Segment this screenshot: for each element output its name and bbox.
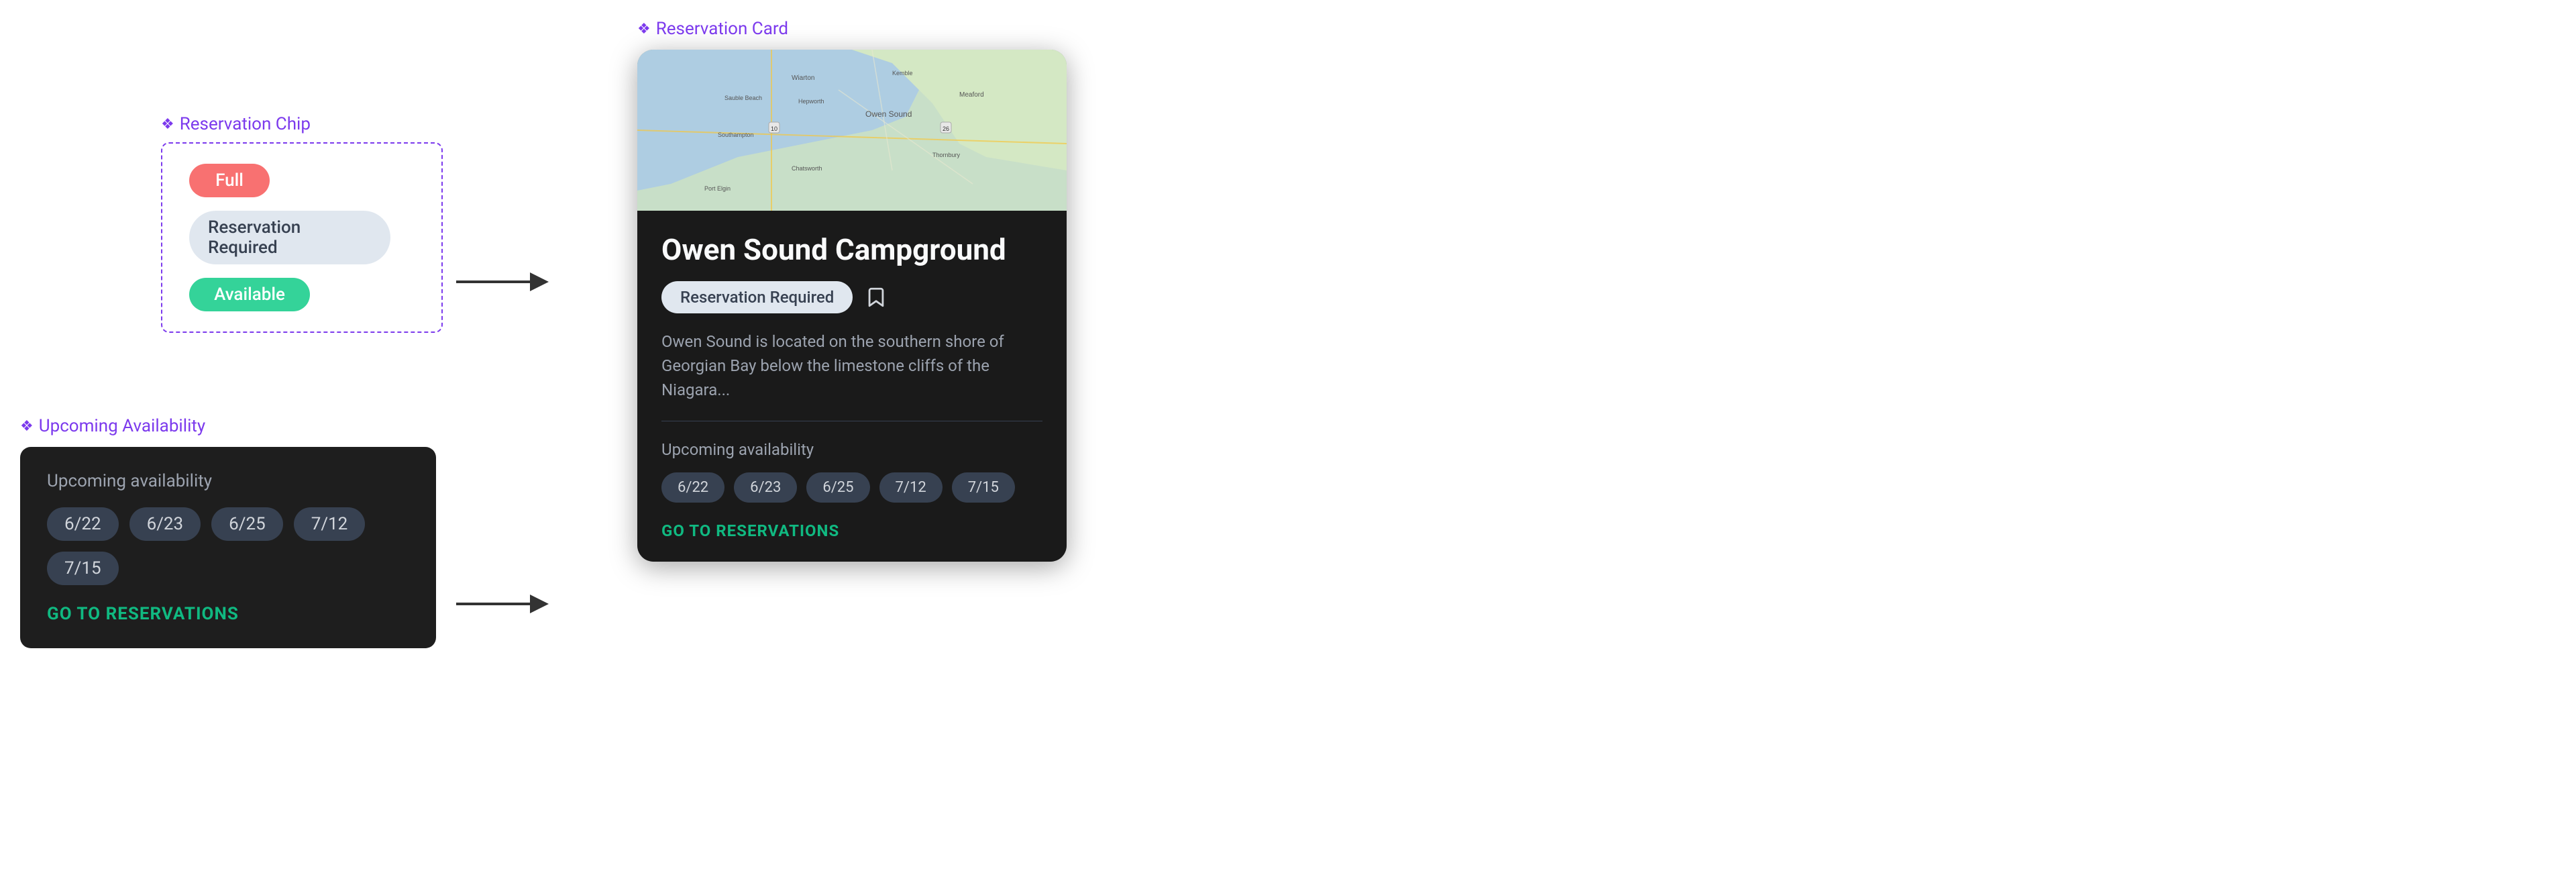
date-chip-3[interactable]: 7/12 xyxy=(294,507,366,541)
card-go-to-reservations-button[interactable]: GO TO RESERVATIONS xyxy=(661,521,1042,540)
card-body: Owen Sound Campground Reservation Requir… xyxy=(637,211,1067,562)
svg-text:Meaford: Meaford xyxy=(959,91,984,99)
card-date-chip-3[interactable]: 7/12 xyxy=(879,472,943,503)
reservation-card-label: Reservation Card xyxy=(637,19,1067,39)
svg-text:Kemble: Kemble xyxy=(892,70,913,76)
card-date-chip-0[interactable]: 6/22 xyxy=(661,472,724,503)
bookmark-icon[interactable] xyxy=(865,286,888,309)
reservation-chip-section: Reservation Chip Full Reservation Requir… xyxy=(161,114,443,333)
arrow-upcoming-to-card xyxy=(456,584,550,624)
upcoming-label: Upcoming Availability xyxy=(20,416,436,436)
svg-text:Port Elgin: Port Elgin xyxy=(704,185,731,192)
chip-reservation-required[interactable]: Reservation Required xyxy=(189,211,390,264)
arrow-chip-to-card xyxy=(456,262,550,302)
date-chip-0[interactable]: 6/22 xyxy=(47,507,119,541)
chip-available[interactable]: Available xyxy=(189,278,310,311)
date-chip-4[interactable]: 7/15 xyxy=(47,552,119,585)
svg-text:Sauble Beach: Sauble Beach xyxy=(724,95,762,101)
upcoming-availability-section: Upcoming Availability Upcoming availabil… xyxy=(20,416,436,648)
card-date-chip-1[interactable]: 6/23 xyxy=(734,472,797,503)
reservation-card-section: Reservation Card Owen Sound Meaford Thor… xyxy=(637,19,1067,562)
card-upcoming-title: Upcoming availability xyxy=(661,440,1042,459)
card-campground-name: Owen Sound Campground xyxy=(661,232,1042,268)
card-chip-reservation-required[interactable]: Reservation Required xyxy=(661,281,853,313)
date-chip-2[interactable]: 6/25 xyxy=(211,507,283,541)
svg-text:Chatsworth: Chatsworth xyxy=(792,165,822,172)
main-reservation-card: Owen Sound Meaford Thornbury Wiarton Sau… xyxy=(637,50,1067,562)
svg-text:Wiarton: Wiarton xyxy=(792,74,814,82)
card-chips-row: Reservation Required xyxy=(661,281,1042,313)
chip-full[interactable]: Full xyxy=(189,164,270,197)
svg-text:Owen Sound: Owen Sound xyxy=(865,109,912,119)
svg-text:Southampton: Southampton xyxy=(718,132,754,138)
card-description: Owen Sound is located on the southern sh… xyxy=(661,329,1042,402)
upcoming-card: Upcoming availability 6/22 6/23 6/25 7/1… xyxy=(20,447,436,648)
reservation-chip-label: Reservation Chip xyxy=(161,114,443,134)
date-chips-row: 6/22 6/23 6/25 7/12 7/15 xyxy=(47,507,409,585)
upcoming-card-title: Upcoming availability xyxy=(47,471,409,491)
date-chip-1[interactable]: 6/23 xyxy=(129,507,201,541)
svg-text:Thornbury: Thornbury xyxy=(932,152,961,158)
card-date-chips-row: 6/22 6/23 6/25 7/12 7/15 xyxy=(661,472,1042,503)
svg-text:10: 10 xyxy=(771,125,777,132)
card-date-chip-2[interactable]: 6/25 xyxy=(806,472,869,503)
chip-box: Full Reservation Required Available xyxy=(161,142,443,333)
go-to-reservations-button[interactable]: GO TO RESERVATIONS xyxy=(47,604,409,624)
card-date-chip-4[interactable]: 7/15 xyxy=(952,472,1015,503)
map-area: Owen Sound Meaford Thornbury Wiarton Sau… xyxy=(637,50,1067,211)
svg-text:26: 26 xyxy=(943,125,949,132)
svg-text:Hepworth: Hepworth xyxy=(798,98,824,105)
